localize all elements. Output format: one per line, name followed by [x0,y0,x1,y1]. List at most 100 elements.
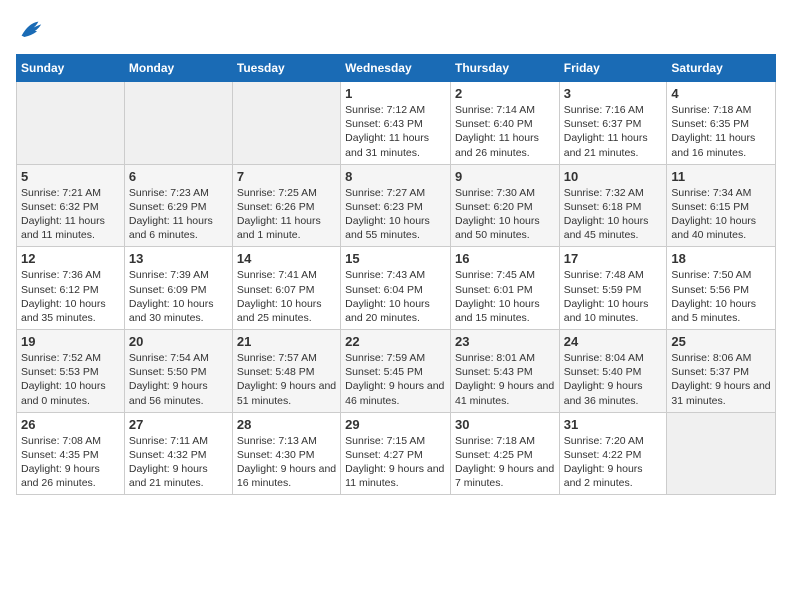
weekday-header-thursday: Thursday [450,55,559,82]
calendar-cell [17,82,125,165]
day-info: Sunrise: 7:52 AM Sunset: 5:53 PM Dayligh… [21,351,120,408]
calendar-cell: 14 Sunrise: 7:41 AM Sunset: 6:07 PM Dayli… [232,247,340,330]
day-number: 25 [671,334,771,349]
weekday-header-monday: Monday [124,55,232,82]
calendar-week-5: 26 Sunrise: 7:08 AM Sunset: 4:35 PM Dayli… [17,412,776,495]
day-info: Sunrise: 7:20 AM Sunset: 4:22 PM Dayligh… [564,434,663,491]
day-number: 5 [21,169,120,184]
day-number: 17 [564,251,663,266]
logo-icon [16,16,44,44]
calendar-cell: 30Sunrise: 7:18 AM Sunset: 4:25 PM Dayli… [450,412,559,495]
calendar-cell: 29 Sunrise: 7:15 AM Sunset: 4:27 PM Dayli… [341,412,451,495]
day-info: Sunrise: 7:48 AM Sunset: 5:59 PM Dayligh… [564,268,663,325]
calendar-week-1: 1 Sunrise: 7:12 AM Sunset: 6:43 PM Daylig… [17,82,776,165]
day-number: 22 [345,334,446,349]
calendar-week-2: 5Sunrise: 7:21 AM Sunset: 6:32 PM Daylig… [17,164,776,247]
calendar-week-3: 12 Sunrise: 7:36 AM Sunset: 6:12 PM Dayli… [17,247,776,330]
calendar-cell: 2 Sunrise: 7:14 AM Sunset: 6:40 PM Daylig… [450,82,559,165]
page-header [16,16,776,44]
calendar-cell: 8 Sunrise: 7:27 AM Sunset: 6:23 PM Daylig… [341,164,451,247]
day-info: Sunrise: 7:32 AM Sunset: 6:18 PM Dayligh… [564,186,663,243]
day-number: 28 [237,417,336,432]
day-info: Sunrise: 7:11 AM Sunset: 4:32 PM Dayligh… [129,434,228,491]
day-number: 21 [237,334,336,349]
calendar-cell: 15 Sunrise: 7:43 AM Sunset: 6:04 PM Dayli… [341,247,451,330]
calendar-header: SundayMondayTuesdayWednesdayThursdayFrid… [17,55,776,82]
calendar-cell: 18 Sunrise: 7:50 AM Sunset: 5:56 PM Dayli… [667,247,776,330]
day-info: Sunrise: 7:30 AM Sunset: 6:20 PM Dayligh… [455,186,555,243]
day-number: 20 [129,334,228,349]
day-info: Sunrise: 7:13 AM Sunset: 4:30 PM Dayligh… [237,434,336,491]
day-info: Sunrise: 7:43 AM Sunset: 6:04 PM Dayligh… [345,268,446,325]
weekday-header-friday: Friday [559,55,667,82]
calendar-cell: 7Sunrise: 7:25 AM Sunset: 6:26 PM Daylig… [232,164,340,247]
day-number: 31 [564,417,663,432]
day-info: Sunrise: 7:23 AM Sunset: 6:29 PM Dayligh… [129,186,228,243]
day-number: 3 [564,86,663,101]
day-number: 4 [671,86,771,101]
day-number: 10 [564,169,663,184]
calendar-cell: 1 Sunrise: 7:12 AM Sunset: 6:43 PM Daylig… [341,82,451,165]
calendar-cell: 17 Sunrise: 7:48 AM Sunset: 5:59 PM Dayli… [559,247,667,330]
day-info: Sunrise: 8:06 AM Sunset: 5:37 PM Dayligh… [671,351,771,408]
weekday-header-sunday: Sunday [17,55,125,82]
calendar-cell: 13Sunrise: 7:39 AM Sunset: 6:09 PM Dayli… [124,247,232,330]
calendar-cell [124,82,232,165]
day-number: 1 [345,86,446,101]
calendar-cell: 3 Sunrise: 7:16 AM Sunset: 6:37 PM Daylig… [559,82,667,165]
calendar-cell: 25 Sunrise: 8:06 AM Sunset: 5:37 PM Dayli… [667,330,776,413]
calendar-cell: 19 Sunrise: 7:52 AM Sunset: 5:53 PM Dayli… [17,330,125,413]
calendar-cell: 24 Sunrise: 8:04 AM Sunset: 5:40 PM Dayli… [559,330,667,413]
weekday-header-row: SundayMondayTuesdayWednesdayThursdayFrid… [17,55,776,82]
logo [16,16,48,44]
calendar-cell: 27 Sunrise: 7:11 AM Sunset: 4:32 PM Dayli… [124,412,232,495]
calendar-cell [232,82,340,165]
day-number: 30 [455,417,555,432]
calendar-cell: 31 Sunrise: 7:20 AM Sunset: 4:22 PM Dayli… [559,412,667,495]
day-number: 19 [21,334,120,349]
day-info: Sunrise: 7:12 AM Sunset: 6:43 PM Dayligh… [345,103,446,160]
day-info: Sunrise: 7:14 AM Sunset: 6:40 PM Dayligh… [455,103,555,160]
day-info: Sunrise: 7:08 AM Sunset: 4:35 PM Dayligh… [21,434,120,491]
weekday-header-saturday: Saturday [667,55,776,82]
day-number: 8 [345,169,446,184]
day-info: Sunrise: 7:27 AM Sunset: 6:23 PM Dayligh… [345,186,446,243]
calendar-cell: 16Sunrise: 7:45 AM Sunset: 6:01 PM Dayli… [450,247,559,330]
day-number: 14 [237,251,336,266]
day-number: 13 [129,251,228,266]
calendar-cell [667,412,776,495]
day-number: 7 [237,169,336,184]
day-number: 11 [671,169,771,184]
day-info: Sunrise: 7:36 AM Sunset: 6:12 PM Dayligh… [21,268,120,325]
day-number: 23 [455,334,555,349]
day-number: 2 [455,86,555,101]
calendar-table: SundayMondayTuesdayWednesdayThursdayFrid… [16,54,776,495]
day-info: Sunrise: 7:45 AM Sunset: 6:01 PM Dayligh… [455,268,555,325]
calendar-cell: 6Sunrise: 7:23 AM Sunset: 6:29 PM Daylig… [124,164,232,247]
day-info: Sunrise: 8:01 AM Sunset: 5:43 PM Dayligh… [455,351,555,408]
day-info: Sunrise: 7:41 AM Sunset: 6:07 PM Dayligh… [237,268,336,325]
calendar-body: 1 Sunrise: 7:12 AM Sunset: 6:43 PM Daylig… [17,82,776,495]
day-info: Sunrise: 7:16 AM Sunset: 6:37 PM Dayligh… [564,103,663,160]
weekday-header-tuesday: Tuesday [232,55,340,82]
day-number: 24 [564,334,663,349]
calendar-week-4: 19 Sunrise: 7:52 AM Sunset: 5:53 PM Dayli… [17,330,776,413]
day-info: Sunrise: 7:50 AM Sunset: 5:56 PM Dayligh… [671,268,771,325]
day-info: Sunrise: 7:18 AM Sunset: 6:35 PM Dayligh… [671,103,771,160]
day-number: 12 [21,251,120,266]
day-number: 29 [345,417,446,432]
calendar-cell: 28 Sunrise: 7:13 AM Sunset: 4:30 PM Dayli… [232,412,340,495]
calendar-cell: 23 Sunrise: 8:01 AM Sunset: 5:43 PM Dayli… [450,330,559,413]
calendar-cell: 9Sunrise: 7:30 AM Sunset: 6:20 PM Daylig… [450,164,559,247]
day-number: 27 [129,417,228,432]
day-info: Sunrise: 7:54 AM Sunset: 5:50 PM Dayligh… [129,351,228,408]
calendar-cell: 26 Sunrise: 7:08 AM Sunset: 4:35 PM Dayli… [17,412,125,495]
day-info: Sunrise: 8:04 AM Sunset: 5:40 PM Dayligh… [564,351,663,408]
calendar-cell: 12 Sunrise: 7:36 AM Sunset: 6:12 PM Dayli… [17,247,125,330]
day-number: 18 [671,251,771,266]
day-number: 15 [345,251,446,266]
day-info: Sunrise: 7:15 AM Sunset: 4:27 PM Dayligh… [345,434,446,491]
calendar-cell: 10 Sunrise: 7:32 AM Sunset: 6:18 PM Dayli… [559,164,667,247]
calendar-cell: 4 Sunrise: 7:18 AM Sunset: 6:35 PM Daylig… [667,82,776,165]
day-number: 26 [21,417,120,432]
